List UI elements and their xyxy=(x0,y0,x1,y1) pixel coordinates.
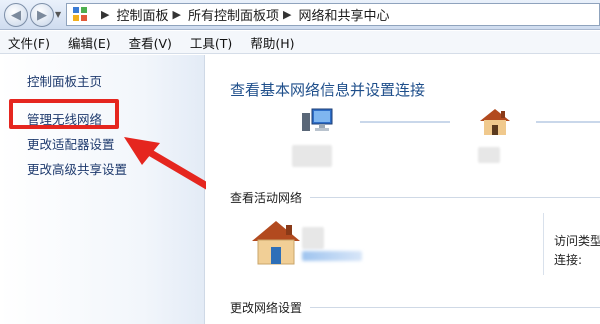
back-arrow-icon: ◀ xyxy=(11,7,21,23)
forward-arrow-icon: ▶ xyxy=(37,7,47,23)
sidebar-link-sharing-settings[interactable]: 更改高级共享设置 xyxy=(27,159,127,178)
vertical-divider xyxy=(543,213,544,275)
sidebar-link-manage-wireless[interactable]: 管理无线网络 xyxy=(27,109,102,128)
page-title: 查看基本网络信息并设置连接 xyxy=(230,81,426,99)
access-type-label: 访问类型 xyxy=(554,234,600,248)
menu-help[interactable]: 帮助(H) xyxy=(250,33,294,52)
forward-button[interactable]: ▶ xyxy=(30,3,54,27)
change-settings-heading: 更改网络设置 xyxy=(230,301,303,315)
breadcrumb-separator-icon[interactable]: ▶ xyxy=(101,8,109,21)
computer-icon xyxy=(302,108,333,131)
menu-tools[interactable]: 工具(T) xyxy=(190,33,232,52)
divider xyxy=(310,197,600,198)
connection-label: 连接: xyxy=(554,253,583,267)
control-panel-icon xyxy=(73,6,89,23)
active-network-home-icon xyxy=(252,221,300,265)
breadcrumb-control-panel[interactable]: 控制面板 xyxy=(116,5,168,24)
address-bar[interactable]: ▶ 控制面板 ▶ 所有控制面板项 ▶ 网络和共享中心 xyxy=(66,3,600,26)
divider xyxy=(310,307,600,308)
active-networks-heading: 查看活动网络 xyxy=(230,191,303,205)
connection-line xyxy=(536,121,600,123)
red-arrow-icon xyxy=(124,137,216,193)
breadcrumb-all-items[interactable]: 所有控制面板项 xyxy=(188,5,279,24)
network-home-icon xyxy=(480,109,510,135)
blurred-network-type xyxy=(302,251,362,261)
address-toolbar: ◀ ▶ ▼ ▶ 控制面板 ▶ 所有控制面板项 ▶ 网络和共享中心 xyxy=(0,0,600,30)
blurred-network-name xyxy=(478,147,500,163)
menu-edit[interactable]: 编辑(E) xyxy=(68,33,111,52)
history-dropdown-icon[interactable]: ▼ xyxy=(55,10,61,19)
sidebar-link-adapter-settings[interactable]: 更改适配器设置 xyxy=(27,134,115,153)
menu-bar: 文件(F) 编辑(E) 查看(V) 工具(T) 帮助(H) xyxy=(0,31,600,54)
blurred-computer-name xyxy=(292,145,332,167)
breadcrumb-network-center[interactable]: 网络和共享中心 xyxy=(298,5,389,24)
back-button[interactable]: ◀ xyxy=(4,3,28,27)
menu-view[interactable]: 查看(V) xyxy=(129,33,172,52)
sidebar-link-home[interactable]: 控制面板主页 xyxy=(27,71,102,90)
menu-file[interactable]: 文件(F) xyxy=(8,33,50,52)
blurred-network-label xyxy=(302,227,324,249)
main-panel: 查看基本网络信息并设置连接 查看活动网络 访问类型 连接: 更改网络设置 xyxy=(206,55,600,324)
connection-line xyxy=(360,121,450,123)
breadcrumb-separator-icon[interactable]: ▶ xyxy=(172,8,180,21)
breadcrumb-separator-icon[interactable]: ▶ xyxy=(283,8,291,21)
